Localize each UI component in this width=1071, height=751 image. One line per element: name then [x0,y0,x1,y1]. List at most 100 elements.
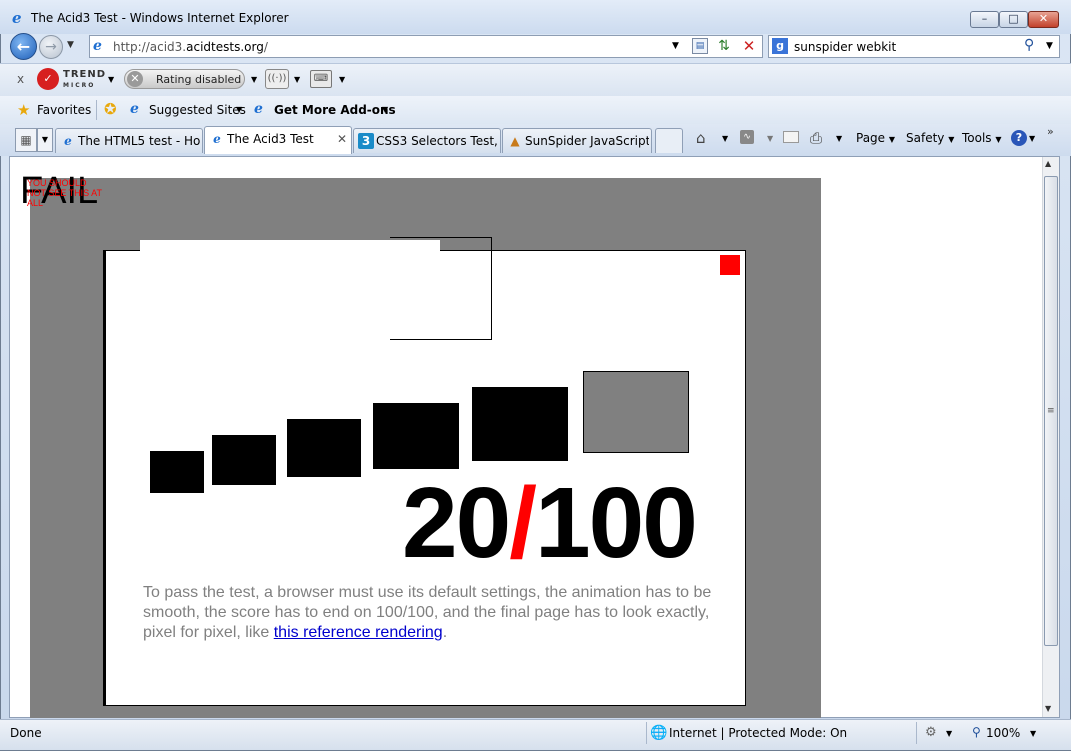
read-mail-icon[interactable] [783,131,799,143]
suggested-sites-ie-icon: e [130,101,139,117]
tab-sunspider[interactable]: ▲ SunSpider JavaScript ... [502,128,652,153]
scroll-down-arrow-icon[interactable]: ▼ [1045,704,1051,713]
tab-acid3-test[interactable]: e The Acid3 Test ✕ [204,126,352,154]
security-zone-text[interactable]: Internet | Protected Mode: On [669,726,847,740]
add-to-favorites-icon[interactable]: ✪ [104,100,117,118]
acid3-outline-box [390,237,492,340]
tools-menu-label: Tools [962,131,992,145]
address-dropdown-icon[interactable]: ▼ [672,41,679,51]
print-dropdown-icon[interactable]: ▼ [836,134,842,143]
score-slash: / [509,467,537,579]
search-options-dropdown-icon[interactable]: ▼ [1046,41,1053,51]
stop-icon[interactable]: ✕ [740,37,758,55]
zoom-icon[interactable]: ⚲ [972,725,981,739]
tab-css3-icon: 3 [358,133,374,149]
favorites-star-icon[interactable]: ★ [17,101,30,119]
search-provider-icon: g [772,38,788,54]
safety-menu[interactable]: Safety ▼ [906,131,954,145]
maximize-button[interactable]: □ [999,11,1028,28]
trend-dropdown-icon[interactable]: ▼ [108,75,114,84]
address-url[interactable]: http://acid3.acidtests.org/ [113,40,268,54]
fail-warning-text: YOU SHOULD NOT SEE THIS AT ALL [27,178,102,208]
page-ie-icon: e [93,38,102,54]
score-value: 20 [402,467,511,579]
suggested-sites-dropdown-icon[interactable]: ▼ [236,105,242,114]
minimize-button[interactable]: – [970,11,999,28]
safety-menu-chevron-icon: ▼ [948,135,955,144]
tab-ie-icon: e [213,132,221,146]
feeds-dropdown-icon[interactable]: ▼ [767,134,773,143]
scroll-up-arrow-icon[interactable]: ▲ [1045,159,1051,168]
compatibility-view-icon[interactable]: ▤ [692,38,708,54]
close-tab-icon[interactable]: ✕ [337,132,347,146]
get-more-addons-button[interactable]: Get More Add-ons [274,103,396,117]
rating-label: Rating disabled [156,73,242,86]
acid3-bucket-1 [150,451,204,493]
forward-arrow-icon[interactable]: → [39,35,63,59]
quick-tabs-icon[interactable]: ▦ [15,128,37,152]
refresh-icon[interactable]: ⇅ [715,37,733,55]
more-commands-chevron-icon[interactable]: » [1047,125,1054,138]
status-separator [916,722,917,744]
tab-webkit-icon: ▲ [510,134,520,148]
acid3-score: 20/100 [402,467,698,579]
radio-dropdown-icon[interactable]: ▼ [294,75,300,84]
acid3-bucket-3 [287,419,361,477]
trend-micro-logo-icon[interactable]: ✓ [37,68,59,90]
zoom-dropdown-icon[interactable]: ▼ [1030,729,1036,738]
page-menu-chevron-icon: ▼ [888,135,896,144]
suggested-sites-button[interactable]: Suggested Sites [149,103,246,117]
toolbar-radio-icon[interactable]: ((·)) [265,69,289,89]
home-icon[interactable]: ⌂ [696,129,706,147]
favorites-button[interactable]: Favorites [37,103,91,117]
help-dropdown-icon[interactable]: ▼ [1029,134,1035,143]
acid3-bucket-4 [373,403,459,469]
tools-menu[interactable]: Tools ▼ [962,131,1002,145]
keyboard-icon[interactable]: ⌨ [310,70,332,88]
print-icon[interactable]: ⎙ [810,129,822,147]
acid3-instructions: To pass the test, a browser must use its… [143,583,713,643]
acid3-bucket-6 [583,371,689,453]
page-menu-label: Page [856,131,886,145]
new-tab-button[interactable] [655,128,683,153]
feeds-icon[interactable]: ∿ [740,130,754,144]
keyboard-dropdown-icon[interactable]: ▼ [339,75,345,84]
protected-mode-dropdown-icon[interactable]: ▼ [946,729,952,738]
rating-disabled-icon: ✕ [127,71,143,87]
protected-mode-icon[interactable]: ⚙ [925,725,937,740]
addons-dropdown-icon[interactable]: ▼ [382,105,388,114]
help-icon[interactable]: ? [1011,130,1027,146]
tab-label: The HTML5 test - Ho... [78,134,200,148]
close-window-button[interactable]: ✕ [1028,11,1059,28]
acid3-red-square [720,255,740,275]
home-dropdown-icon[interactable]: ▼ [722,134,728,143]
search-input[interactable]: sunspider webkit [794,40,896,54]
favorites-separator [96,100,97,120]
zoom-level[interactable]: 100% [986,726,1020,740]
score-total: 100 [535,467,698,579]
tools-menu-chevron-icon: ▼ [995,135,1002,144]
search-icon[interactable]: ⚲ [1024,37,1034,53]
back-arrow-icon[interactable]: ← [10,33,37,60]
tab-list-dropdown-icon[interactable]: ▼ [37,128,53,152]
acid3-bucket-2 [212,435,276,485]
scroll-grip-icon: ≡ [1047,406,1055,416]
page-menu[interactable]: Page ▼ [856,131,895,145]
ie-logo-icon: e [12,9,22,27]
trend-line2: MICRO [63,82,96,89]
tab-html5-test[interactable]: e The HTML5 test - Ho... [55,128,203,153]
recent-pages-dropdown-icon[interactable]: ▼ [67,40,74,50]
tab-ie-icon: e [64,134,72,148]
rating-dropdown-icon[interactable]: ▼ [251,75,257,84]
tab-label: SunSpider JavaScript ... [525,134,649,148]
tab-label: CSS3 Selectors Test, ... [376,134,498,148]
trend-micro-label: TREND MICRO [63,70,106,91]
reference-rendering-link[interactable]: this reference rendering [274,624,443,641]
url-prefix: http://acid3. [113,40,187,54]
close-toolbar-button[interactable]: x [17,72,24,86]
url-suffix: / [263,40,268,54]
tab-label: The Acid3 Test [227,132,314,146]
tab-css3-selectors[interactable]: 3 CSS3 Selectors Test, ... [353,128,501,153]
safety-menu-label: Safety [906,131,945,145]
internet-globe-icon: 🌐 [650,725,668,741]
